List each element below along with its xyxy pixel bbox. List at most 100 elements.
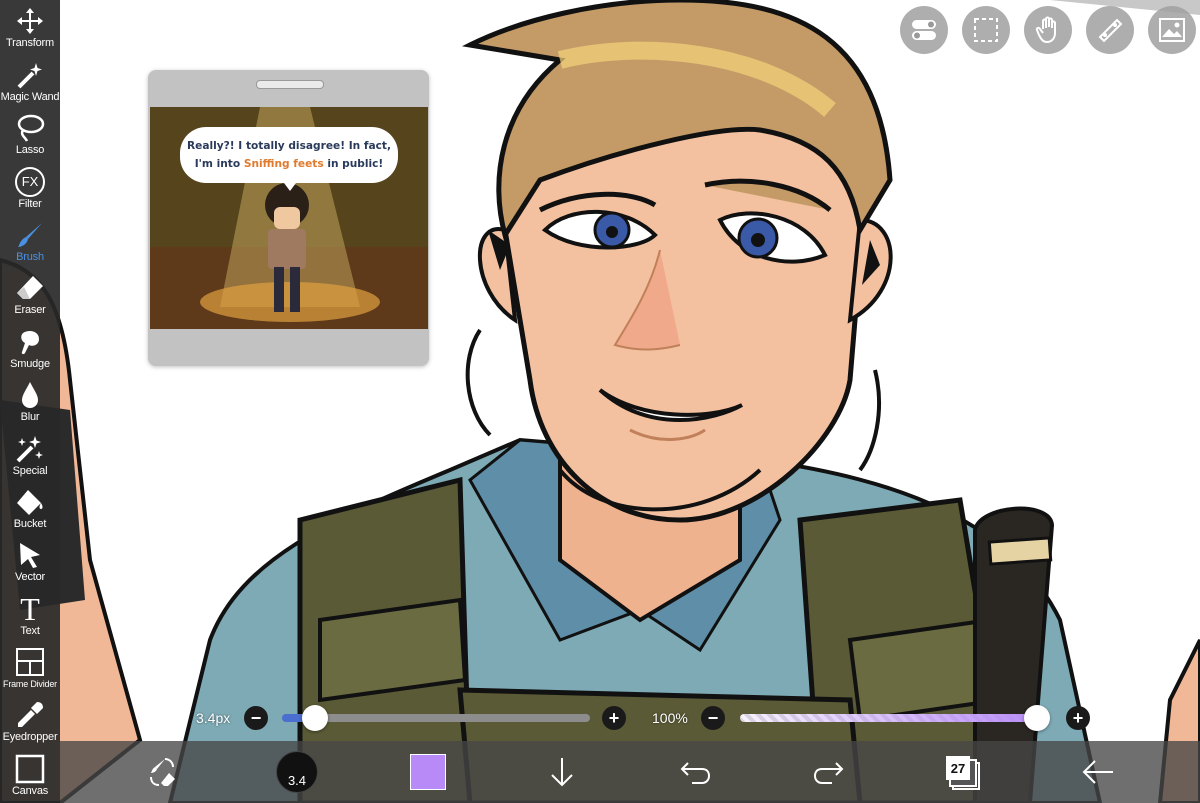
- layers-icon: 27: [946, 756, 980, 790]
- ruler-button[interactable]: [1086, 6, 1134, 54]
- sparkle-wand-icon: [14, 434, 46, 464]
- tool-special[interactable]: Special: [0, 427, 60, 480]
- reference-drag-handle[interactable]: [256, 80, 324, 89]
- tool-label: Brush: [16, 250, 44, 263]
- magic-wand-icon: [14, 60, 46, 90]
- tool-eraser[interactable]: Eraser: [0, 267, 60, 320]
- brush-size-decrease-button[interactable]: −: [244, 706, 268, 730]
- arrow-left-icon: [1082, 760, 1113, 784]
- back-button[interactable]: [1078, 741, 1118, 803]
- undo-icon: [680, 762, 711, 784]
- tool-bucket[interactable]: Bucket: [0, 481, 60, 534]
- speech-bubble: Really?! I totally disagree! In fact, I'…: [180, 127, 398, 183]
- brush-preview-icon: 3.4: [276, 751, 318, 793]
- tool-vector[interactable]: Vector: [0, 534, 60, 587]
- tool-smudge[interactable]: Smudge: [0, 320, 60, 373]
- reference-window[interactable]: Really?! I totally disagree! In fact, I'…: [148, 70, 429, 366]
- undo-button[interactable]: [678, 741, 714, 803]
- redo-button[interactable]: [810, 741, 846, 803]
- image-icon: [1159, 18, 1185, 42]
- tool-label: Vector: [15, 571, 45, 584]
- reference-image: Really?! I totally disagree! In fact, I'…: [150, 107, 428, 329]
- smudge-icon: [14, 327, 46, 357]
- tool-label: Special: [12, 464, 48, 477]
- tool-label: Bucket: [13, 517, 47, 530]
- tool-canvas[interactable]: Canvas: [0, 747, 60, 800]
- tool-text[interactable]: T Text: [0, 587, 60, 640]
- color-picker-button[interactable]: [408, 741, 448, 803]
- tool-label: Filter: [18, 197, 42, 210]
- tool-blur[interactable]: Blur: [0, 374, 60, 427]
- top-right-controls: [900, 6, 1196, 54]
- download-layer-button[interactable]: [544, 741, 580, 803]
- speech-line-2: I'm into Sniffing feets in public!: [180, 155, 398, 173]
- opacity-decrease-button[interactable]: −: [701, 706, 725, 730]
- tool-filter[interactable]: FX Filter: [0, 160, 60, 213]
- brush-size-slider-row: 3.4px − +: [196, 704, 630, 732]
- lasso-icon: [14, 113, 46, 143]
- tool-label: Frame Divider: [3, 679, 57, 690]
- hand-tool-button[interactable]: [1024, 6, 1072, 54]
- opacity-value: 100%: [652, 710, 688, 726]
- cursor-arrow-icon: [14, 540, 46, 570]
- tool-label: Eyedropper: [2, 731, 58, 744]
- minus-icon: −: [707, 708, 719, 728]
- tool-label: Text: [20, 624, 40, 637]
- tool-label: Transform: [6, 37, 54, 50]
- swap-tools-button[interactable]: [140, 741, 184, 803]
- opacity-knob[interactable]: [1024, 705, 1050, 731]
- canvas-square-icon: [14, 754, 46, 784]
- tool-label: Canvas: [11, 784, 49, 797]
- hand-icon: [1035, 16, 1056, 44]
- redo-icon: [813, 762, 844, 784]
- layers-button[interactable]: 27: [942, 741, 982, 803]
- text-glyph: T: [20, 590, 40, 627]
- brush-size-knob[interactable]: [301, 705, 328, 731]
- current-color-swatch: [410, 754, 446, 790]
- brush-icon: [14, 220, 46, 250]
- brush-size-increase-button[interactable]: +: [602, 706, 626, 730]
- tool-label: Eraser: [14, 304, 46, 317]
- toggles-icon: [912, 20, 936, 40]
- reference-image-button[interactable]: [1148, 6, 1196, 54]
- frame-divider-icon: [14, 647, 46, 677]
- opacity-increase-button[interactable]: +: [1066, 706, 1090, 730]
- ruler-icon: [1098, 18, 1123, 43]
- brush-size-button[interactable]: 3.4: [272, 741, 322, 803]
- opacity-fill: [740, 714, 1048, 722]
- speech-line-1: Really?! I totally disagree! In fact,: [186, 140, 392, 152]
- bottom-toolbar: 3.4 27: [60, 741, 1200, 803]
- selection-button[interactable]: [962, 6, 1010, 54]
- tool-brush[interactable]: Brush: [0, 214, 60, 267]
- plus-icon: +: [608, 708, 620, 728]
- speech-line-2-end: in public!: [323, 158, 384, 170]
- brush-size-badge: 3.4: [287, 773, 307, 788]
- tool-magic-wand[interactable]: Magic Wand: [0, 53, 60, 106]
- tool-lasso[interactable]: Lasso: [0, 107, 60, 160]
- fx-glyph: FX: [15, 166, 45, 197]
- brush-size-track[interactable]: [282, 714, 590, 722]
- tool-label: Blur: [20, 411, 40, 424]
- opacity-track[interactable]: [740, 714, 1048, 722]
- brush-eraser-swap-icon: [150, 758, 175, 786]
- tool-frame-divider[interactable]: Frame Divider: [0, 641, 60, 694]
- eraser-icon: [14, 273, 46, 303]
- brush-size-value: 3.4px: [196, 710, 231, 726]
- eyedropper-icon: [14, 700, 46, 730]
- tool-eyedropper[interactable]: Eyedropper: [0, 694, 60, 747]
- settings-toggle-button[interactable]: [900, 6, 948, 54]
- plus-icon: +: [1072, 708, 1084, 728]
- brush-size-fill: [282, 714, 304, 722]
- tool-label: Lasso: [15, 144, 45, 157]
- opacity-slider-row: 100% − +: [652, 704, 1094, 732]
- dashed-selection-icon: [974, 18, 998, 42]
- tool-panel: Transform Magic Wand Lasso FX Filter Bru…: [0, 0, 60, 803]
- speech-line-2-start: I'm into: [194, 158, 244, 170]
- arrow-down-icon: [551, 758, 573, 787]
- move-arrows-icon: [14, 6, 46, 36]
- fx-icon: FX: [14, 166, 46, 197]
- droplet-icon: [14, 380, 46, 410]
- minus-icon: −: [250, 708, 262, 728]
- text-t-icon: T: [14, 590, 46, 627]
- tool-transform[interactable]: Transform: [0, 0, 60, 53]
